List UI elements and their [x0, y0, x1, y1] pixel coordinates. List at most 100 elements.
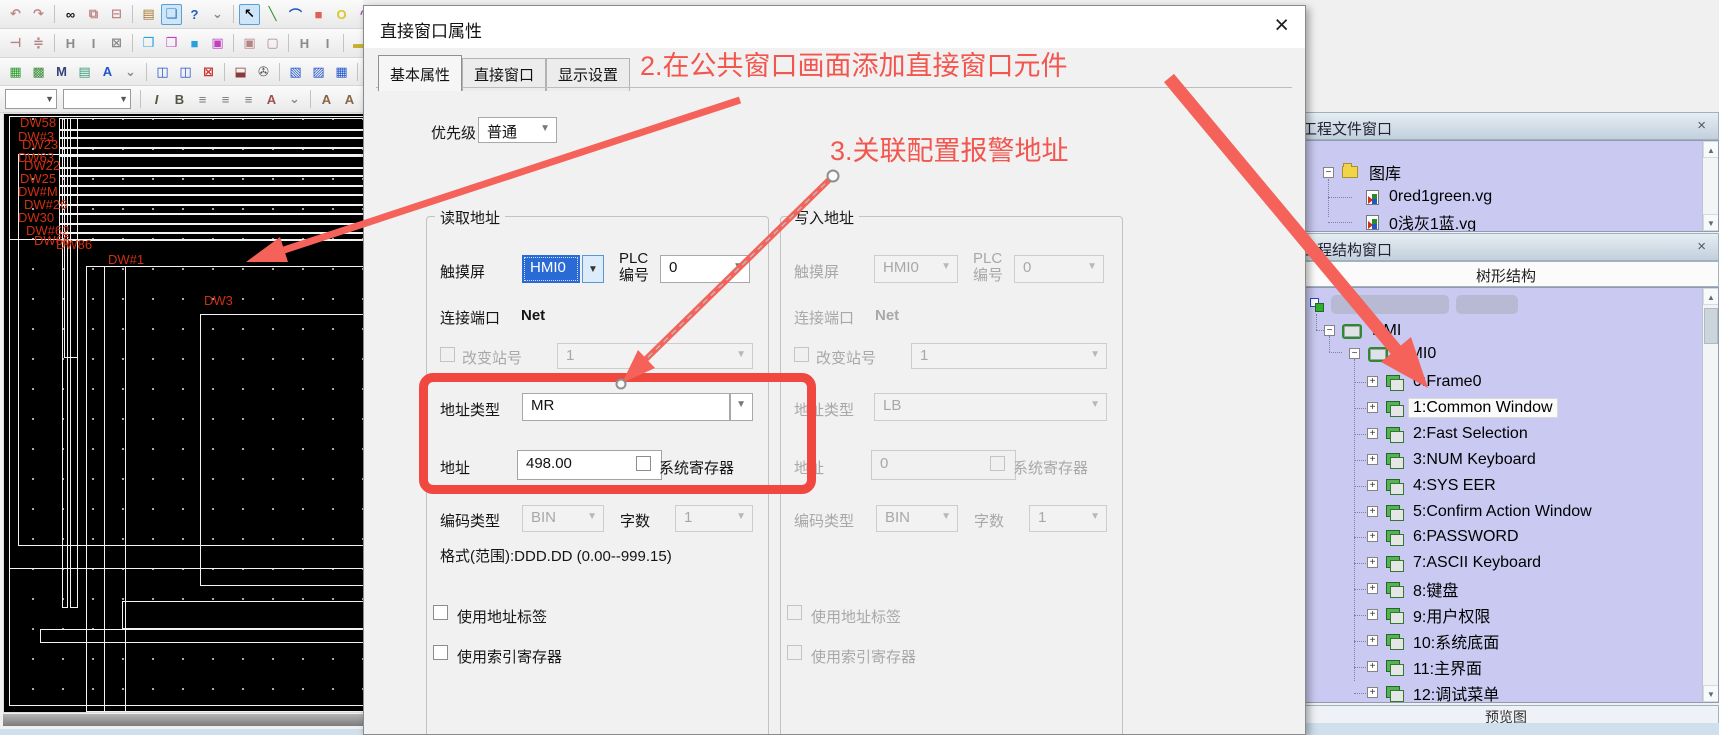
paste-screen-icon[interactable]: ▤ — [74, 61, 95, 82]
close-icon[interactable]: × — [1697, 238, 1706, 255]
hspacing-icon[interactable]: H — [294, 33, 315, 54]
tree-item-window[interactable]: 5:Confirm Action Window — [1386, 501, 1596, 523]
use-index-register-checkbox[interactable] — [433, 645, 448, 660]
chart1-icon[interactable]: ▧ — [285, 61, 306, 82]
expand-icon[interactable]: + — [1367, 583, 1378, 594]
tree-item-window[interactable]: 10:系统底面 — [1386, 630, 1503, 652]
font-name-combo[interactable]: ▼ — [5, 89, 57, 109]
scroll-up-icon[interactable]: ▲ — [1703, 288, 1719, 305]
find-icon[interactable]: ∞ — [60, 4, 81, 25]
tree-item-window[interactable]: 3:NUM Keyboard — [1386, 449, 1540, 471]
canvas-horizontal-scrollbar[interactable] — [3, 714, 363, 726]
tree-item-hmi[interactable]: HMI — [1342, 320, 1405, 342]
align-center-icon[interactable]: ≡ — [215, 89, 236, 110]
expand-icon[interactable]: + — [1367, 635, 1378, 646]
group-icon[interactable]: ▣ — [239, 33, 260, 54]
align-left-edge-icon[interactable]: ⊣ — [5, 33, 26, 54]
word-count-select[interactable]: 1▼ — [675, 505, 753, 532]
same-height-icon[interactable]: I — [83, 33, 104, 54]
change-station-checkbox[interactable] — [794, 347, 809, 362]
dialog-titlebar[interactable]: 直接窗口属性 × — [364, 6, 1305, 48]
encoding-type-select[interactable]: BIN▼ — [876, 505, 958, 532]
address-type-select[interactable]: LB▼ — [874, 393, 1107, 421]
expand-icon[interactable]: + — [1367, 506, 1378, 517]
italic-icon[interactable]: I — [146, 89, 167, 110]
change-station-checkbox[interactable] — [440, 347, 455, 362]
text-left-icon[interactable]: A — [316, 89, 337, 110]
window-next-icon[interactable]: ◫ — [175, 61, 196, 82]
tab-basic-properties[interactable]: 基本属性 — [378, 55, 462, 91]
expand-icon[interactable]: + — [1367, 661, 1378, 672]
font-color-icon[interactable]: A — [261, 89, 282, 110]
ellipse-tool-icon[interactable]: O — [331, 4, 352, 25]
priority-select[interactable]: 普通▼ — [478, 117, 557, 143]
structure-scrollbar[interactable]: ▲ ▼ — [1702, 288, 1719, 702]
rect-tool-icon[interactable]: ■ — [308, 4, 329, 25]
expand-icon[interactable]: + — [1367, 428, 1378, 439]
touchscreen-select[interactable]: HMI0▼ — [874, 255, 958, 283]
move-forward-icon[interactable]: ■ — [184, 33, 205, 54]
align-center-edge-icon[interactable]: ≑ — [28, 33, 49, 54]
tree-item-hmi0[interactable]: HMI0 — [1368, 343, 1440, 365]
expand-icon[interactable]: + — [1367, 480, 1378, 491]
copy-windows-icon[interactable]: ❏ — [161, 4, 182, 25]
send-back-icon[interactable]: ❒ — [161, 33, 182, 54]
tree-item-window[interactable]: 2:Fast Selection — [1386, 423, 1532, 445]
tree-item-window[interactable]: 11:主界面 — [1386, 656, 1486, 678]
move-backward-icon[interactable]: ▣ — [207, 33, 228, 54]
plc-number-select[interactable]: 0▼ — [660, 255, 750, 283]
collapse-icon[interactable]: − — [1324, 325, 1335, 336]
font-search-icon[interactable]: A — [97, 61, 118, 82]
text-right-icon[interactable]: A — [339, 89, 360, 110]
collapse-icon[interactable]: − — [1349, 348, 1360, 359]
more-chevron-icon[interactable]: ⌄ — [207, 4, 228, 25]
tree-item-window[interactable]: 0:Frame0 — [1386, 371, 1485, 393]
scroll-up-icon[interactable]: ▲ — [1703, 141, 1719, 158]
tree-root-item[interactable] — [1310, 294, 1329, 316]
tree-item-vg-file[interactable]: 0浅灰1蓝.vg — [1366, 211, 1480, 232]
preview-pane-header[interactable]: 预览图 — [1293, 705, 1719, 724]
expand-icon[interactable]: + — [1367, 376, 1378, 387]
window-prev-icon[interactable]: ◫ — [152, 61, 173, 82]
plc-tool-icon[interactable]: ✇ — [253, 61, 274, 82]
tree-item-window[interactable]: 12:调试菜单 — [1386, 682, 1503, 703]
bring-front-icon[interactable]: ❒ — [138, 33, 159, 54]
tree-item-window[interactable]: 6:PASSWORD — [1386, 526, 1523, 548]
redo-icon[interactable]: ↷ — [28, 4, 49, 25]
system-register-checkbox[interactable] — [990, 456, 1005, 471]
screen-editor-canvas[interactable]: DW58DW#3DW23DW63DW22DW25DW#MDW#26DW30DW#… — [3, 113, 368, 713]
expand-icon[interactable]: + — [1367, 531, 1378, 542]
macro-icon[interactable]: M — [51, 61, 72, 82]
scroll-down-icon[interactable]: ▼ — [1703, 214, 1719, 231]
more-chevron-icon[interactable]: ⌄ — [120, 61, 141, 82]
word-count-select[interactable]: 1▼ — [1029, 505, 1107, 532]
export-icon[interactable]: ⧉ — [83, 4, 104, 25]
use-address-tag-checkbox[interactable] — [787, 605, 802, 620]
expand-icon[interactable]: + — [1367, 687, 1378, 698]
station-number-select[interactable]: 1▼ — [911, 343, 1107, 369]
expand-icon[interactable]: + — [1367, 402, 1378, 413]
new-screen-icon[interactable]: ▦ — [5, 61, 26, 82]
ungroup-icon[interactable]: ▢ — [262, 33, 283, 54]
line-tool-icon[interactable]: ╲ — [262, 4, 283, 25]
tree-item-vg-file[interactable]: 0red1green.vg — [1366, 186, 1496, 208]
tree-item-window[interactable]: 9:用户权限 — [1386, 604, 1494, 626]
tree-item-window[interactable]: 7:ASCII Keyboard — [1386, 552, 1545, 574]
expand-icon[interactable]: + — [1367, 609, 1378, 620]
tree-item-window[interactable]: 8:键盘 — [1386, 578, 1462, 600]
tree-item-window[interactable]: 4:SYS EER — [1386, 475, 1500, 497]
scroll-down-icon[interactable]: ▼ — [1703, 685, 1719, 702]
window-delete-icon[interactable]: ⊠ — [198, 61, 219, 82]
station-number-select[interactable]: 1▼ — [557, 343, 753, 369]
expand-icon[interactable]: + — [1367, 454, 1378, 465]
tree-item-window[interactable]: 1:Common Window — [1386, 397, 1557, 419]
use-index-register-checkbox[interactable] — [787, 645, 802, 660]
align-right-icon[interactable]: ≡ — [238, 89, 259, 110]
touchscreen-select[interactable]: HMI0 — [522, 255, 580, 283]
scrollbar-thumb[interactable] — [1704, 308, 1718, 344]
download-icon[interactable]: ⬓ — [230, 61, 251, 82]
font-size-combo[interactable]: ▼ — [63, 89, 131, 109]
chart3-icon[interactable]: ▦ — [331, 61, 352, 82]
chevron-down-icon[interactable]: ▼ — [582, 255, 604, 283]
chart2-icon[interactable]: ▨ — [308, 61, 329, 82]
